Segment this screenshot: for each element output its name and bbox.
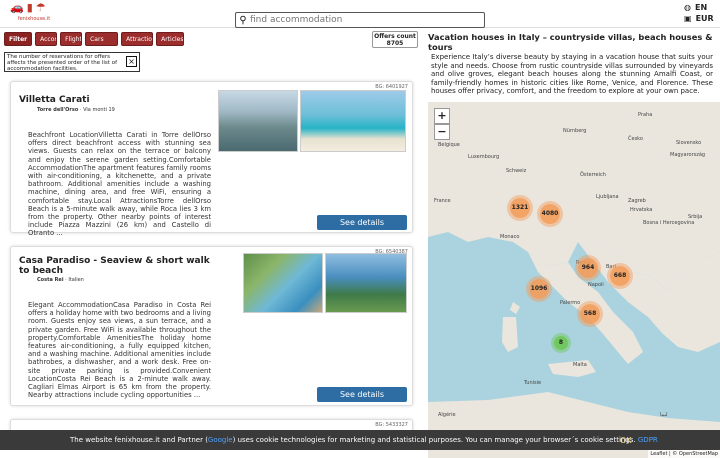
map-label: Belgique <box>438 142 460 148</box>
see-details-button[interactable]: See details <box>317 387 407 402</box>
map-cluster[interactable]: 964 <box>578 258 598 278</box>
site-logo[interactable]: 🚗 ▮ ☂ fenixhouse.it <box>10 2 58 26</box>
map-label: Praha <box>638 112 653 118</box>
filter-bar: Filter Accom Flights Cars Attractions Ar… <box>4 32 185 46</box>
map-cluster[interactable]: 1321 <box>510 198 530 218</box>
offers-count-label: Offers count <box>374 33 416 40</box>
accommodation-tab[interactable]: Accom <box>35 32 58 46</box>
map-label: Palermo <box>560 300 581 306</box>
location-name: Costa Rei <box>37 277 64 283</box>
cookie-ok-button[interactable]: OK <box>620 436 632 445</box>
globe-icon: ◍ <box>684 3 691 12</box>
offers-count-value: 8705 <box>386 40 404 47</box>
map-cluster[interactable]: 8 <box>554 336 568 350</box>
listing-photo[interactable] <box>325 253 407 313</box>
listing-location: Torre dell'Orso · Via monti 19 <box>37 107 115 113</box>
search-input[interactable] <box>250 15 478 25</box>
building-icon: ▮ <box>26 1 33 14</box>
filter-button[interactable]: Filter <box>4 32 33 46</box>
location-name: Torre dell'Orso <box>37 107 79 113</box>
search-icon: ⚲ <box>239 14 247 26</box>
close-icon[interactable]: × <box>126 56 137 67</box>
right-panel: Vacation houses in Italy – countryside v… <box>424 28 720 458</box>
cookie-text-before: The website fenixhouse.it and Partner ( <box>70 436 208 444</box>
cookie-text-after: ) uses cookie technologies for marketing… <box>232 436 636 444</box>
zoom-out-button[interactable]: − <box>434 124 450 140</box>
articles-tab[interactable]: Articles <box>156 32 185 46</box>
map[interactable]: + − Belgique Luxembourg Nürnberg Praha Č… <box>428 102 720 458</box>
map-label: ليبيا <box>660 412 668 418</box>
cookie-banner: The website fenixhouse.it and Partner ( … <box>0 430 720 450</box>
car-icon: 🚗 <box>10 1 24 14</box>
listing-photo[interactable] <box>218 90 298 152</box>
see-details-button[interactable]: See details <box>317 215 407 230</box>
map-label: Österreich <box>580 172 606 178</box>
map-label: Ljubljana <box>596 194 619 200</box>
currency-label[interactable]: EUR <box>696 13 714 24</box>
umbrella-icon: ☂ <box>35 1 46 14</box>
map-label: Monaco <box>500 234 520 240</box>
notice-text: The number of reservations for offers af… <box>7 54 118 72</box>
map-label: Zagreb <box>628 198 646 204</box>
site-name: fenixhouse.it <box>17 16 51 22</box>
map-label: Tunisie <box>524 380 542 386</box>
listing-description: Beachfront LocationVilletta Carati in To… <box>28 131 211 238</box>
page-title: Vacation houses in Italy – countryside v… <box>428 32 713 52</box>
cars-tab[interactable]: Cars <box>85 32 119 46</box>
google-link[interactable]: Google <box>208 436 233 444</box>
location-address: Via monti 19 <box>83 107 115 113</box>
map-label: Magyarország <box>670 152 706 158</box>
listing-card[interactable]: BG: 6540387 Casa Paradiso - Seaview & sh… <box>10 246 413 406</box>
locale-selector[interactable]: ◍ EN ▣ EUR <box>684 2 714 24</box>
map-label: Luxembourg <box>468 154 500 160</box>
offers-count-badge: Offers count 8705 <box>372 31 418 48</box>
map-label: Malta <box>573 362 587 368</box>
listing-title[interactable]: Villetta Carati <box>19 95 90 105</box>
attractions-tab[interactable]: Attractions <box>121 32 154 46</box>
map-label: Algérie <box>438 412 456 418</box>
listing-title[interactable]: Casa Paradiso - Seaview & short walk to … <box>19 256 214 276</box>
listing-description: Elegant AccommodationCasa Paradiso in Co… <box>28 301 211 400</box>
map-cluster[interactable]: 4080 <box>540 204 560 224</box>
map-cluster[interactable]: 668 <box>610 266 630 286</box>
map-attribution[interactable]: Leaflet | © OpenStreetMap <box>648 450 720 458</box>
map-label: Hrvatska <box>630 207 653 213</box>
map-label: Česko <box>628 136 643 142</box>
listing-code: BG: 5433327 <box>375 422 408 428</box>
map-label: Bosna i Hercegovina <box>643 220 695 226</box>
listing-list[interactable]: BG: 6401927 Villetta Carati Torre dell'O… <box>0 76 420 450</box>
map-cluster[interactable]: 1096 <box>529 279 549 299</box>
flights-tab[interactable]: Flights <box>60 32 83 46</box>
search-box[interactable]: ⚲ <box>235 12 485 28</box>
gdpr-link[interactable]: GDPR <box>638 436 658 444</box>
top-bar: 🚗▮☂ fenixhouse.it ⚲ ◍ EN ▣ EUR <box>0 0 720 28</box>
map-label: Srbija <box>688 214 703 220</box>
map-label: France <box>434 198 451 204</box>
listing-location: Costa Rei · Italien <box>37 277 84 283</box>
location-address: Italien <box>68 277 84 283</box>
ranking-notice: The number of reservations for offers af… <box>4 52 140 72</box>
map-label: Napoli <box>588 282 604 288</box>
page-description: Experience Italy’s diverse beauty by sta… <box>431 53 713 96</box>
currency-icon: ▣ <box>684 14 692 23</box>
map-label: Slovensko <box>676 140 702 146</box>
map-cluster[interactable]: 568 <box>580 304 600 324</box>
map-label: Schweiz <box>506 168 527 174</box>
language-label[interactable]: EN <box>695 2 707 13</box>
listing-photo[interactable] <box>243 253 323 313</box>
map-label: Nürnberg <box>563 128 587 134</box>
zoom-in-button[interactable]: + <box>434 108 450 124</box>
listing-card[interactable]: BG: 6401927 Villetta Carati Torre dell'O… <box>10 81 413 237</box>
listing-photo[interactable] <box>300 90 406 152</box>
